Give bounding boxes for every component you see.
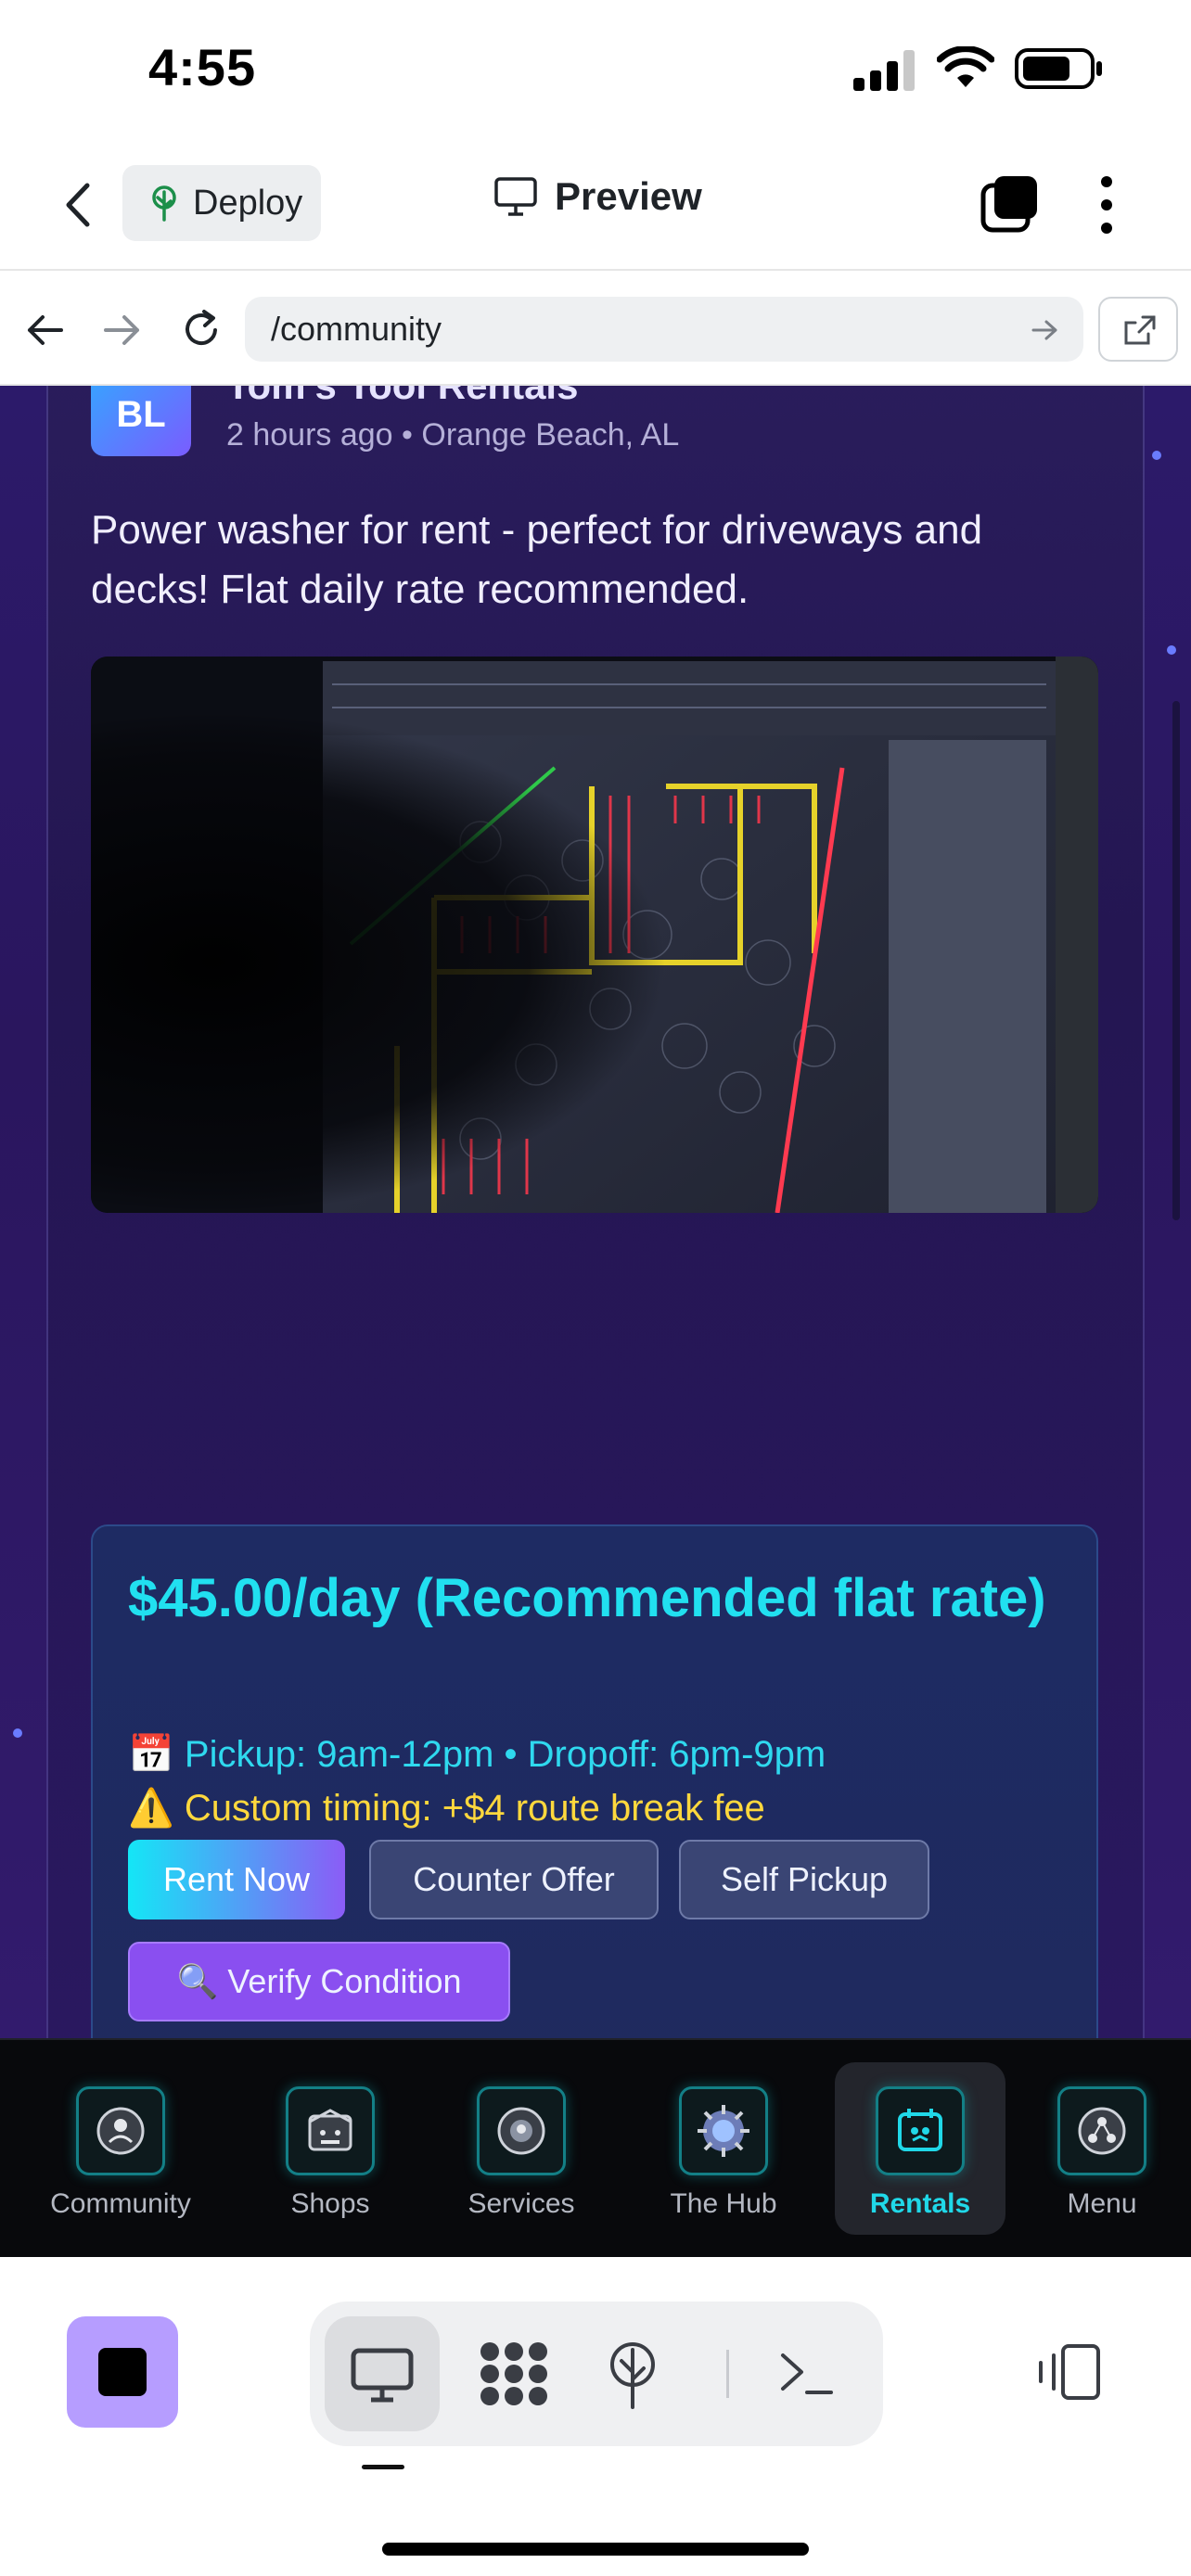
schedule-line: 📅 Pickup: 9am-12pm • Dropoff: 6pm-9pm [128, 1734, 826, 1775]
preview-label: Preview [555, 174, 702, 218]
decorative-dot [1152, 451, 1161, 460]
url-text: /community [271, 310, 442, 348]
browser-forward-icon[interactable] [102, 312, 143, 349]
rent-now-button[interactable]: Rent Now [128, 1840, 345, 1919]
post-text: Power washer for rent - perfect for driv… [91, 507, 983, 612]
device-layout-icon[interactable] [1035, 2342, 1102, 2402]
pricing-panel: $45.00/day (Recommended flat rate) 📅 Pic… [91, 1524, 1098, 2038]
deploy-tree-icon [152, 185, 176, 222]
author-avatar[interactable]: BL [91, 386, 191, 456]
tab-the-hub[interactable]: The Hub [638, 2062, 809, 2235]
monitor-icon [494, 177, 537, 216]
post-meta: 2 hours ago • Orange Beach, AL [226, 417, 680, 453]
tab-label: The Hub [670, 2188, 777, 2219]
external-link-icon [1124, 315, 1156, 345]
tabs-switcher-icon[interactable] [980, 172, 1041, 234]
tab-community[interactable]: Community [35, 2062, 206, 2235]
services-icon [477, 2086, 566, 2175]
workflow-icon[interactable] [479, 2340, 549, 2407]
terminal-icon[interactable] [777, 2346, 835, 2402]
back-chevron-icon[interactable] [59, 180, 96, 230]
browser-toolbar: /community [0, 273, 1191, 386]
menu-icon [1057, 2086, 1146, 2175]
preview-mode-button[interactable] [325, 2316, 440, 2431]
divider [726, 2350, 729, 2398]
tab-label: Shops [290, 2188, 370, 2219]
stop-button[interactable] [67, 2316, 178, 2428]
app-bar: Deploy Preview [0, 139, 1191, 271]
deploy-tree-icon[interactable] [605, 2340, 660, 2411]
reload-icon[interactable] [180, 308, 223, 351]
decorative-dot [1167, 645, 1176, 655]
battery-icon [1015, 48, 1102, 89]
go-arrow-icon[interactable] [1031, 317, 1059, 343]
post-image[interactable] [91, 657, 1098, 1213]
tab-label: Services [467, 2188, 575, 2219]
verify-condition-button[interactable]: 🔍 Verify Condition [128, 1942, 510, 2021]
tab-label: Community [50, 2188, 191, 2219]
url-field[interactable]: /community [245, 297, 1083, 362]
tab-menu[interactable]: Menu [1017, 2062, 1187, 2235]
shop-icon [286, 2086, 375, 2175]
preview-title: Preview [493, 174, 702, 219]
active-indicator [362, 2465, 404, 2469]
scrollbar-thumb[interactable] [1172, 701, 1180, 1220]
more-options-icon[interactable] [1093, 174, 1121, 236]
stop-icon [98, 2348, 147, 2396]
view-mode-switcher [310, 2302, 883, 2446]
deploy-button[interactable]: Deploy [122, 165, 321, 241]
web-viewport[interactable]: BL Tom's Tool Rentals 2 hours ago • Oran… [0, 386, 1191, 2038]
custom-fee-line: ⚠️ Custom timing: +$4 route break fee [128, 1788, 765, 1829]
monitor-icon [351, 2348, 414, 2403]
community-icon [76, 2086, 165, 2175]
home-indicator [382, 2543, 809, 2556]
rentals-icon [876, 2086, 965, 2175]
tab-services[interactable]: Services [436, 2062, 607, 2235]
avatar-initials: BL [116, 394, 166, 435]
self-pickup-button[interactable]: Self Pickup [679, 1840, 929, 1919]
wifi-icon [937, 46, 994, 87]
cellular-signal-icon [853, 50, 915, 91]
tab-shops[interactable]: Shops [245, 2062, 416, 2235]
tab-label: Menu [1067, 2188, 1137, 2219]
cad-screen-photo [91, 657, 1098, 1213]
status-time: 4:55 [148, 38, 257, 96]
tab-rentals[interactable]: Rentals [835, 2062, 1005, 2235]
decorative-dot [13, 1728, 22, 1738]
open-external-button[interactable] [1098, 297, 1178, 362]
price-title: $45.00/day (Recommended flat rate) [128, 1568, 1046, 1628]
dev-toolbar [0, 2257, 1191, 2576]
browser-back-icon[interactable] [24, 312, 65, 349]
bottom-tab-bar: Community Shops Services The Hub Rentals… [0, 2038, 1191, 2257]
hub-icon [679, 2086, 768, 2175]
tab-label: Rentals [869, 2188, 971, 2219]
counter-offer-button[interactable]: Counter Offer [369, 1840, 659, 1919]
author-name[interactable]: Tom's Tool Rentals [226, 386, 578, 408]
status-bar: 4:55 [0, 0, 1191, 139]
deploy-label: Deploy [193, 183, 303, 223]
